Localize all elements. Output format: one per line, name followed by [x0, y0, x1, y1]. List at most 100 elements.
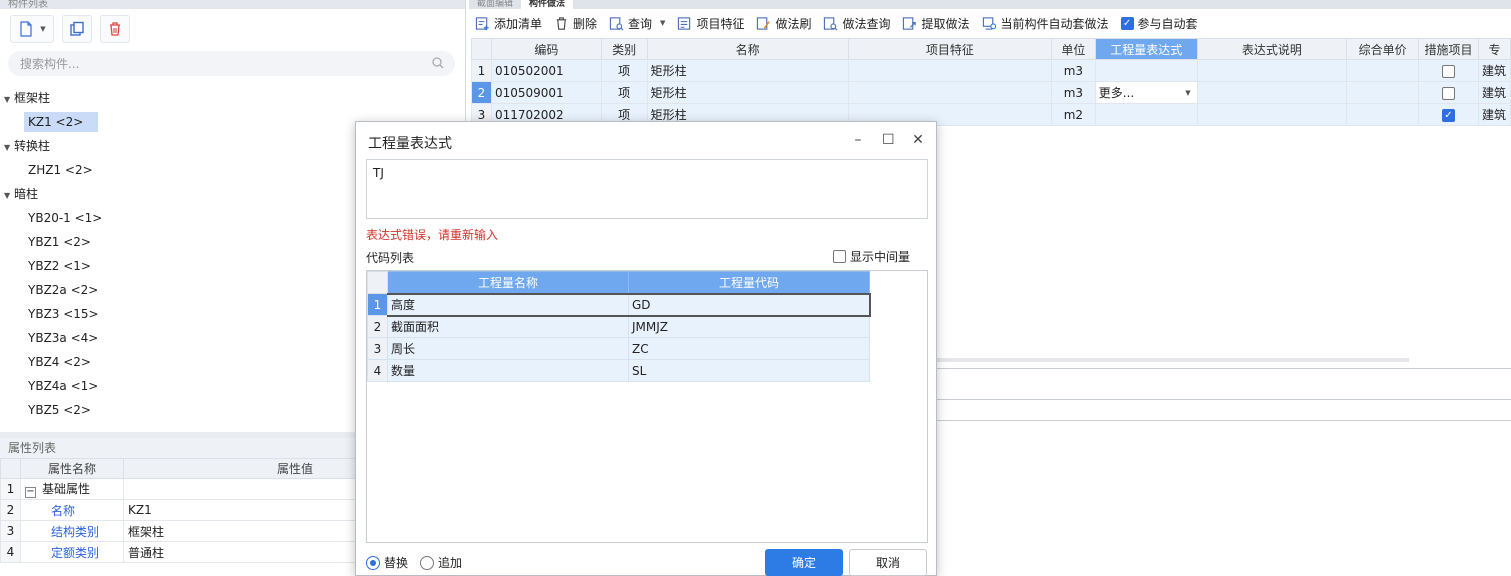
column-header[interactable]: 名称: [646, 38, 849, 60]
checkbox-checked-icon[interactable]: ✓: [1120, 16, 1134, 30]
price-cell[interactable]: [1346, 59, 1420, 82]
maximize-icon[interactable]: ☐: [882, 132, 895, 148]
caret-down-icon[interactable]: ▼: [4, 184, 14, 208]
quantity-code-cell[interactable]: JMMJZ: [628, 315, 870, 338]
copy-component-button[interactable]: [62, 15, 92, 43]
row-number[interactable]: 4: [367, 359, 388, 382]
table-row[interactable]: 2 010509001 项 矩形柱 m3 更多... ▼ 建筑: [471, 81, 1511, 104]
quantity-name-header[interactable]: 工程量名称: [387, 271, 629, 294]
close-icon[interactable]: ✕: [912, 132, 924, 148]
expression-input[interactable]: TJ: [366, 159, 928, 219]
chevron-down-icon[interactable]: ▼: [660, 19, 665, 27]
spec-cell[interactable]: 建筑: [1477, 59, 1511, 82]
type-cell[interactable]: 项: [600, 81, 648, 104]
column-header[interactable]: 项目特征: [847, 38, 1052, 60]
table-row[interactable]: 1 高度 GD: [367, 292, 871, 317]
query-button[interactable]: 查询 ▼: [609, 15, 665, 32]
type-cell[interactable]: 项: [600, 59, 648, 82]
row-number[interactable]: 3: [367, 337, 388, 360]
spec-cell[interactable]: 建筑: [1477, 103, 1511, 126]
measure-cell[interactable]: ✓: [1418, 103, 1479, 126]
unit-cell[interactable]: m3: [1050, 59, 1096, 82]
column-header[interactable]: 单位: [1050, 38, 1096, 60]
column-header[interactable]: 表达式说明: [1196, 38, 1348, 60]
table-row[interactable]: 4 数量 SL: [367, 359, 870, 382]
column-header[interactable]: 措施项目: [1418, 38, 1479, 60]
tree-group-frame-column[interactable]: ▼ 框架柱: [0, 86, 460, 110]
price-cell[interactable]: [1346, 81, 1420, 104]
replace-radio[interactable]: 替换: [366, 554, 408, 571]
column-header[interactable]: 工程量表达式: [1094, 38, 1198, 60]
column-header[interactable]: 综合单价: [1346, 38, 1420, 60]
column-header[interactable]: 类别: [600, 38, 648, 60]
feature-cell[interactable]: [847, 59, 1052, 82]
item-feature-button[interactable]: 项目特征: [677, 15, 744, 32]
chevron-down-icon[interactable]: ▼: [1185, 89, 1190, 97]
tab-component-method[interactable]: 构件做法: [521, 0, 574, 9]
checkbox-icon[interactable]: [1442, 64, 1455, 78]
feature-cell[interactable]: [847, 81, 1052, 104]
table-row[interactable]: 2 截面面积 JMMJZ: [367, 315, 870, 338]
table-row[interactable]: 3 周长 ZC: [367, 337, 870, 360]
tab-section-edit[interactable]: 截面编辑: [469, 0, 521, 9]
row-number-header: [471, 38, 492, 60]
checkbox-checked-icon[interactable]: ✓: [1442, 108, 1455, 122]
measure-cell[interactable]: [1418, 81, 1479, 104]
price-cell[interactable]: [1346, 103, 1420, 126]
checkbox-icon[interactable]: [832, 250, 846, 263]
quantity-code-cell[interactable]: SL: [628, 359, 870, 382]
expression-dropdown[interactable]: 更多... ▼: [1094, 81, 1198, 104]
quantity-name-cell[interactable]: 高度: [387, 292, 629, 317]
checkbox-icon[interactable]: [1442, 86, 1455, 100]
radio-selected-icon[interactable]: [366, 555, 380, 570]
property-group-cell[interactable]: − 基础属性: [20, 478, 124, 500]
row-number[interactable]: 1: [471, 59, 492, 82]
name-cell[interactable]: 矩形柱: [646, 59, 849, 82]
quantity-code-cell[interactable]: ZC: [628, 337, 870, 360]
row-number[interactable]: 2: [471, 81, 492, 104]
measure-cell[interactable]: [1418, 59, 1479, 82]
add-list-button[interactable]: 添加清单: [475, 15, 542, 32]
search-icon[interactable]: [431, 56, 445, 70]
join-auto-apply-checkbox[interactable]: ✓ 参与自动套: [1120, 15, 1198, 32]
quantity-code-header[interactable]: 工程量代码: [628, 271, 870, 294]
component-search-input[interactable]: [8, 51, 455, 76]
name-cell[interactable]: 矩形柱: [646, 81, 849, 104]
caret-down-icon[interactable]: ▼: [4, 88, 14, 112]
unit-cell[interactable]: m3: [1050, 81, 1096, 104]
dialog-title: 工程量表达式: [368, 136, 452, 152]
append-radio[interactable]: 追加: [420, 554, 462, 571]
quantity-name-cell[interactable]: 周长: [387, 337, 629, 360]
quantity-name-cell[interactable]: 数量: [387, 359, 629, 382]
show-intermediate-checkbox[interactable]: 显示中间量: [832, 248, 910, 265]
table-row[interactable]: 1 010502001 项 矩形柱 m3 建筑: [471, 59, 1511, 82]
radio-icon[interactable]: [420, 555, 435, 570]
column-header[interactable]: 编码: [490, 38, 602, 60]
method-brush-button[interactable]: 做法刷: [756, 15, 811, 32]
caret-down-icon[interactable]: ▼: [4, 136, 14, 160]
new-component-button[interactable]: ▼: [10, 15, 54, 43]
expression-desc-cell[interactable]: [1196, 59, 1348, 82]
unit-cell[interactable]: m2: [1050, 103, 1096, 126]
code-cell[interactable]: 010509001: [490, 81, 602, 104]
extract-method-button[interactable]: 提取做法: [902, 15, 970, 32]
expression-desc-cell[interactable]: [1196, 103, 1348, 126]
quantity-name-cell[interactable]: 截面面积: [387, 315, 629, 338]
row-number[interactable]: 2: [367, 315, 388, 338]
cancel-button[interactable]: 取消: [849, 549, 927, 576]
minimize-icon[interactable]: –: [852, 132, 864, 148]
collapse-icon[interactable]: −: [25, 487, 36, 498]
ok-button[interactable]: 确定: [765, 549, 843, 576]
auto-apply-method-button[interactable]: 当前构件自动套做法: [982, 15, 1109, 32]
delete-component-button[interactable]: [100, 15, 130, 43]
column-header[interactable]: 专: [1477, 38, 1511, 60]
delete-button[interactable]: 删除: [554, 15, 597, 32]
expression-cell[interactable]: [1094, 103, 1198, 126]
expression-cell[interactable]: [1094, 59, 1198, 82]
quantity-code-cell[interactable]: GD: [628, 292, 871, 317]
row-number[interactable]: 1: [367, 293, 388, 316]
code-cell[interactable]: 010502001: [490, 59, 602, 82]
spec-cell[interactable]: 建筑: [1477, 81, 1511, 104]
method-query-button[interactable]: 做法查询: [823, 15, 890, 32]
expression-desc-cell[interactable]: [1196, 81, 1348, 104]
